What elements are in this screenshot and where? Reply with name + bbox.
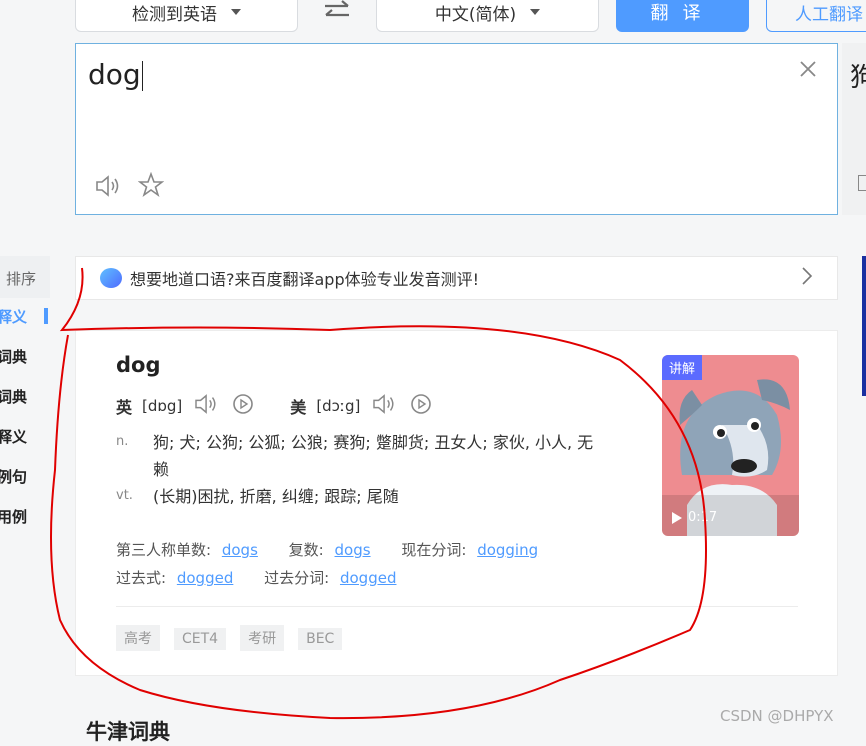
sidebar-item-examples[interactable]: 例句 xyxy=(0,466,27,487)
part-of-speech: n. xyxy=(116,434,129,449)
word-forms-row-1: 第三人称单数: dogs 复数: dogs 现在分词: dogging xyxy=(116,541,539,559)
form-link[interactable]: dogs xyxy=(335,541,371,559)
side-panel-edge xyxy=(862,256,866,396)
slow-play-icon[interactable] xyxy=(410,393,432,419)
definition-text: 狗; 犬; 公狗; 公狐; 公狼; 赛狗; 蹩脚货; 丑女人; 家伙, 小人, … xyxy=(153,433,594,479)
video-badge: 讲解 xyxy=(662,355,703,380)
video-duration: 0:17 xyxy=(672,510,717,525)
headword: dog xyxy=(116,353,161,377)
source-language-label: 检测到英语 xyxy=(132,4,217,25)
translation-text: 狗 xyxy=(850,63,866,93)
word-forms-row-2: 过去式: dogged 过去分词: dogged xyxy=(116,569,397,587)
sidebar-item-dictionary[interactable]: 词典 xyxy=(0,346,27,367)
play-icon[interactable] xyxy=(672,511,682,524)
definition-row: n. 狗; 犬; 公狗; 公狐; 公狼; 赛狗; 蹩脚货; 丑女人; 家伙, 小… xyxy=(116,429,596,483)
us-label: 美 xyxy=(290,398,307,417)
sidebar-header: 排序 xyxy=(0,256,50,298)
human-translation-label: 人工翻译 xyxy=(795,4,863,25)
definition-text: (长期)困扰, 折磨, 纠缠; 跟踪; 尾随 xyxy=(153,487,399,506)
slow-play-icon[interactable] xyxy=(232,393,254,419)
tag: 考研 xyxy=(240,625,285,651)
source-language-select[interactable]: 检测到英语 xyxy=(75,0,298,32)
tag: CET4 xyxy=(174,628,227,650)
close-icon[interactable] xyxy=(799,60,817,82)
target-language-select[interactable]: 中文(简体) xyxy=(376,0,599,32)
form-link[interactable]: dogged xyxy=(340,569,397,587)
promo-text: 想要地道口语?来百度翻译app体验专业发音测评! xyxy=(130,270,480,289)
star-icon[interactable] xyxy=(137,171,165,202)
sidebar-item-definitions-2[interactable]: 释义 xyxy=(0,426,27,447)
section-title: 牛津词典 xyxy=(86,720,170,744)
promo-banner[interactable]: 想要地道口语?来百度翻译app体验专业发音测评! xyxy=(75,256,838,300)
form-link[interactable]: dogged xyxy=(177,569,234,587)
speaker-icon[interactable] xyxy=(95,174,123,202)
divider xyxy=(116,606,798,607)
sidebar-item-usage[interactable]: 用例 xyxy=(0,506,27,527)
translation-output-panel: 狗 xyxy=(842,43,866,215)
translate-button-label: 翻译 xyxy=(650,3,715,24)
speaker-icon[interactable] xyxy=(194,393,220,419)
tag: BEC xyxy=(298,628,343,650)
swap-arrows-icon[interactable] xyxy=(322,0,352,28)
uk-label: 英 xyxy=(116,398,133,417)
sidebar-item-definitions[interactable]: 释义 xyxy=(0,306,27,327)
source-text-area[interactable]: dog xyxy=(75,43,838,215)
definition-row: vt. (长期)困扰, 折磨, 纠缠; 跟踪; 尾随 xyxy=(116,483,596,510)
dictionary-card: dog 英 [dɒg] 美 [dɔːg] n. 狗; 犬; 公狗; 公狐; 公狼… xyxy=(75,330,838,676)
app-logo-icon xyxy=(100,268,122,288)
dog-illustration xyxy=(662,379,799,536)
chevron-down-icon xyxy=(530,9,541,15)
sidebar-active-indicator xyxy=(44,308,48,324)
translate-button[interactable]: 翻译 xyxy=(616,0,749,32)
part-of-speech: vt. xyxy=(116,488,133,503)
sidebar-item-dictionary-2[interactable]: 词典 xyxy=(0,386,27,407)
speaker-icon[interactable] xyxy=(372,393,398,419)
source-text[interactable]: dog xyxy=(88,58,143,91)
exam-tags: 高考 CET4 考研 BEC xyxy=(116,625,356,651)
form-link[interactable]: dogs xyxy=(222,541,258,559)
human-translation-button[interactable]: 人工翻译 xyxy=(766,0,866,32)
us-phonetic: [dɔːg] xyxy=(316,397,361,415)
watermark: CSDN @DHPYX xyxy=(720,707,834,725)
tag: 高考 xyxy=(116,625,160,651)
target-language-label: 中文(简体) xyxy=(434,4,517,25)
chevron-right-icon xyxy=(801,266,813,290)
video-thumbnail[interactable]: 讲解 0:17 xyxy=(662,355,799,536)
speaker-icon[interactable] xyxy=(858,175,866,191)
chevron-down-icon xyxy=(231,9,241,15)
uk-phonetic: [dɒg] xyxy=(142,397,183,415)
pronunciation-row: 英 [dɒg] 美 [dɔːg] xyxy=(116,393,432,419)
form-link[interactable]: dogging xyxy=(477,541,538,559)
